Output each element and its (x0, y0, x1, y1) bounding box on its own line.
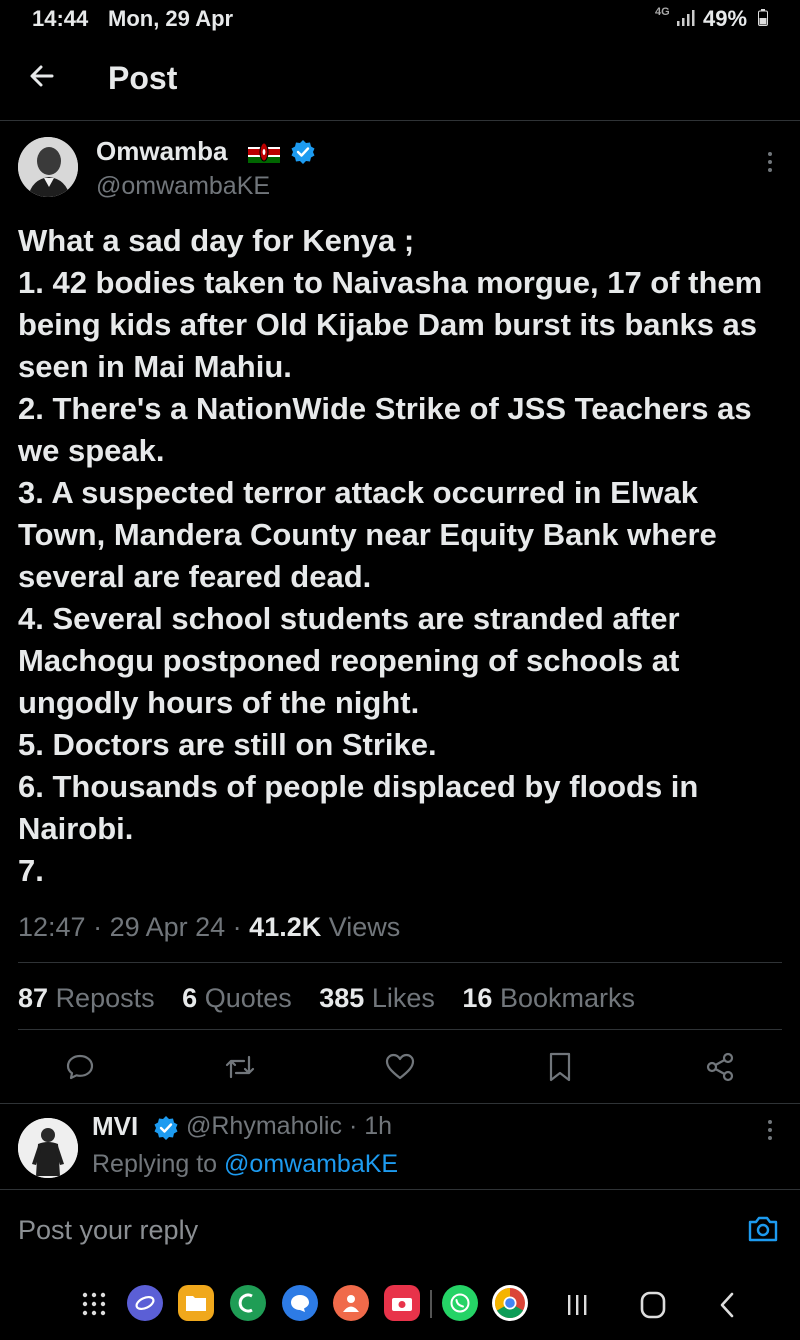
action-bar (0, 1045, 800, 1089)
dock-separator (430, 1290, 432, 1318)
top-bar: Post (0, 40, 800, 121)
repost-icon (225, 1055, 255, 1079)
recent-apps-icon[interactable] (565, 1292, 589, 1318)
repost-button[interactable] (220, 1045, 260, 1089)
divider (0, 1103, 800, 1104)
battery-percent: 49% (703, 6, 748, 31)
camera-icon[interactable] (746, 1214, 780, 1244)
meta-separator: · (225, 912, 250, 942)
messages-app-icon[interactable] (282, 1285, 318, 1321)
kenya-flag-icon (248, 141, 280, 163)
system-nav-bar (0, 1272, 800, 1340)
bookmarks-label: Bookmarks (499, 983, 635, 1013)
reply-button[interactable] (60, 1045, 100, 1089)
whatsapp-app-icon[interactable] (442, 1285, 478, 1321)
battery-icon (758, 9, 768, 26)
reply-author-handle: @Rhymaholic · 1h (186, 1112, 392, 1141)
like-button[interactable] (380, 1045, 420, 1089)
replying-to: Replying to @omwambaKE (92, 1150, 398, 1179)
app-drawer-icon[interactable] (80, 1290, 108, 1318)
back-arrow-icon[interactable] (26, 60, 58, 92)
author-handle[interactable]: @omwambaKE (96, 172, 270, 201)
more-options-icon[interactable] (758, 148, 782, 178)
reply-time: · 1h (348, 1112, 393, 1140)
back-nav-icon[interactable] (716, 1291, 738, 1319)
post-text: What a sad day for Kenya ; 1. 42 bodies … (18, 223, 763, 888)
verified-badge-icon (291, 140, 315, 164)
network-type: 4G (655, 6, 670, 18)
reposts-label: Reposts (55, 983, 155, 1013)
replying-mention[interactable]: @omwambaKE (224, 1150, 398, 1178)
phone-app-icon[interactable] (230, 1285, 266, 1321)
quotes-label: Quotes (204, 983, 292, 1013)
post-time: 12:47 (18, 912, 86, 942)
signal-icon (677, 10, 695, 26)
page-title: Post (108, 60, 178, 96)
share-icon (706, 1052, 734, 1082)
likes-stat[interactable]: 385 Likes (319, 983, 435, 1013)
files-app-icon[interactable] (178, 1285, 214, 1321)
reply-author-name[interactable]: MVI (92, 1111, 138, 1142)
quotes-stat[interactable]: 6 Quotes (182, 983, 292, 1013)
status-date: Mon, 29 Apr (108, 6, 234, 31)
views-label: Views (328, 912, 401, 942)
more-options-icon[interactable] (758, 1116, 782, 1146)
reply-icon (66, 1054, 94, 1080)
internet-app-icon[interactable] (127, 1285, 163, 1321)
bookmark-icon (549, 1052, 571, 1082)
home-icon[interactable] (640, 1291, 666, 1319)
meta-separator: · (85, 912, 110, 942)
reply-handle-text[interactable]: @Rhymaholic (186, 1112, 342, 1140)
likes-count: 385 (319, 983, 365, 1013)
quotes-count: 6 (182, 983, 198, 1013)
share-button[interactable] (700, 1045, 740, 1089)
status-bar: 14:44 Mon, 29 Apr 4G 49% (0, 0, 800, 36)
chrome-app-icon[interactable] (492, 1285, 528, 1321)
post-meta: 12:47 · 29 Apr 24 · 41.2K Views (18, 912, 400, 943)
reply-author-avatar[interactable] (18, 1118, 78, 1178)
verified-badge-icon (154, 1116, 178, 1140)
author-name[interactable]: Omwamba (96, 136, 228, 167)
bookmarks-count: 16 (462, 983, 493, 1013)
camera-app-icon[interactable] (384, 1285, 420, 1321)
reply-input[interactable]: Post your reply (18, 1215, 198, 1246)
status-time: 14:44 (32, 6, 89, 31)
like-icon (385, 1053, 415, 1080)
divider (18, 962, 782, 963)
divider (0, 1189, 800, 1190)
likes-label: Likes (371, 983, 435, 1013)
reposts-stat[interactable]: 87 Reposts (18, 983, 155, 1013)
bookmarks-stat[interactable]: 16 Bookmarks (462, 983, 635, 1013)
post-date: 29 Apr 24 (109, 912, 226, 942)
contacts-app-icon[interactable] (333, 1285, 369, 1321)
engagement-stats: 87 Reposts 6 Quotes 385 Likes 16 Bookmar… (18, 983, 655, 1014)
author-avatar[interactable] (18, 137, 78, 197)
replying-label: Replying to (92, 1150, 218, 1178)
bookmark-button[interactable] (540, 1045, 580, 1089)
views-count: 41.2K (249, 912, 322, 942)
divider (18, 1029, 782, 1030)
reposts-count: 87 (18, 983, 49, 1013)
